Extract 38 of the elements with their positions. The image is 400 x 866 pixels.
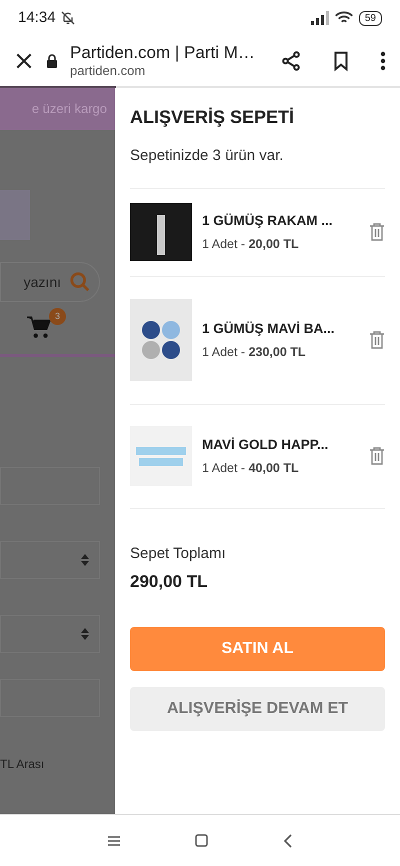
back-icon[interactable] xyxy=(282,834,293,848)
sort-icon xyxy=(81,628,89,640)
total-label: Sepet Toplamı xyxy=(130,544,227,564)
product-quantity-price: 1 Adet - 20,00 TL xyxy=(202,236,300,253)
more-icon[interactable] xyxy=(380,51,386,71)
price-range-label: TL Arası xyxy=(0,756,46,773)
wifi-icon xyxy=(334,11,353,25)
cart-icon[interactable] xyxy=(26,314,52,340)
product-quantity-price: 1 Adet - 40,00 TL xyxy=(202,460,300,477)
cart-summary: Sepetinizde 3 ürün var. xyxy=(130,146,284,166)
sort-icon xyxy=(81,554,89,566)
home-icon[interactable] xyxy=(195,834,208,847)
bell-off-icon xyxy=(60,10,76,26)
select-field[interactable] xyxy=(0,615,100,653)
trash-icon[interactable] xyxy=(369,223,385,241)
battery-indicator: 59 xyxy=(358,10,382,26)
product-quantity-price: 1 Adet - 230,00 TL xyxy=(202,344,307,361)
share-icon[interactable] xyxy=(280,50,302,72)
photo-placeholder xyxy=(130,426,192,486)
lock-icon xyxy=(46,54,58,68)
page-title: Partiden.com | Parti M… xyxy=(70,43,256,63)
menu-icon[interactable] xyxy=(107,834,122,846)
trash-icon[interactable] xyxy=(369,447,385,465)
product-name[interactable]: MAVİ GOLD HAPP... xyxy=(202,434,359,455)
cart-title: ALIŞVERİŞ SEPETİ xyxy=(130,106,296,129)
status-time: 14:34 xyxy=(18,8,56,28)
photo-placeholder xyxy=(0,190,30,240)
continue-shopping-button[interactable]: ALIŞVERİŞE DEVAM ET xyxy=(130,686,385,730)
select-field[interactable] xyxy=(0,541,100,579)
product-name[interactable]: 1 GÜMÜŞ MAVİ BA... xyxy=(202,318,359,339)
product-name[interactable]: 1 GÜMÜŞ RAKAM ... xyxy=(202,210,359,231)
close-icon[interactable] xyxy=(14,51,34,71)
cart-badge: 3 xyxy=(49,308,66,325)
signal-icon xyxy=(310,11,329,25)
photo-placeholder xyxy=(130,203,192,261)
page-url: partiden.com xyxy=(70,63,146,79)
total-price: 290,00 TL xyxy=(130,571,208,593)
trash-icon[interactable] xyxy=(369,331,385,349)
